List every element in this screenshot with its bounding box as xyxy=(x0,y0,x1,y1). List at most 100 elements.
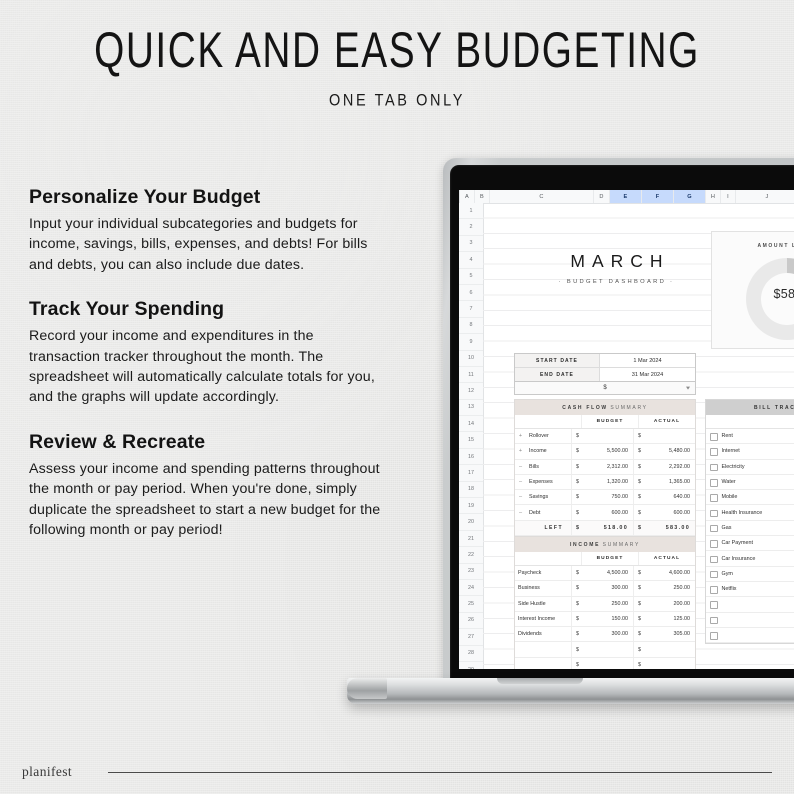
bill-label[interactable] xyxy=(722,613,794,627)
column-header-j[interactable]: J xyxy=(736,190,794,203)
row-header-16[interactable]: 16 xyxy=(459,449,483,466)
row-header-1[interactable]: 1 xyxy=(459,203,483,220)
column-header-b[interactable]: B xyxy=(475,190,490,203)
row-budget[interactable]: $250.00 xyxy=(571,596,633,611)
row-budget[interactable]: $4,500.00 xyxy=(571,566,633,581)
bill-label[interactable]: Water xyxy=(722,475,794,489)
cell-grid[interactable]: MARCH · BUDGET DASHBOARD · START DATE 1 … xyxy=(483,203,794,669)
row-label[interactable]: Dividends xyxy=(515,627,571,641)
column-header-i[interactable]: I xyxy=(721,190,736,203)
bill-label[interactable] xyxy=(722,628,794,642)
row-header-21[interactable]: 21 xyxy=(459,531,483,548)
row-budget[interactable]: $5,500.00 xyxy=(571,444,633,459)
row-header-19[interactable]: 19 xyxy=(459,498,483,515)
bill-paid-checkbox[interactable] xyxy=(710,448,718,456)
bill-label[interactable]: Health Insurance xyxy=(722,505,794,519)
bill-label[interactable]: Mobile xyxy=(722,490,794,504)
bill-label[interactable]: Car Payment xyxy=(722,536,794,550)
row-budget[interactable]: $300.00 xyxy=(571,627,633,642)
row-header-10[interactable]: 10 xyxy=(459,351,483,367)
bill-paid-checkbox[interactable] xyxy=(710,433,718,441)
row-header-25[interactable]: 25 xyxy=(459,596,483,613)
row-header-15[interactable]: 15 xyxy=(459,432,483,449)
column-header-g[interactable]: G xyxy=(674,190,706,203)
row-actual[interactable]: $4,600.00 xyxy=(633,566,695,581)
row-budget[interactable]: $300.00 xyxy=(571,581,633,596)
row-actual[interactable]: $5,480.00 xyxy=(633,444,695,459)
row-actual[interactable]: $305.00 xyxy=(633,627,695,642)
row-header-4[interactable]: 4 xyxy=(459,252,483,269)
row-header-26[interactable]: 26 xyxy=(459,613,483,630)
row-header-28[interactable]: 28 xyxy=(459,646,483,662)
row-label[interactable]: Side Hustle xyxy=(515,597,571,611)
bill-paid-checkbox[interactable] xyxy=(710,463,718,472)
bill-paid-checkbox[interactable] xyxy=(710,479,718,487)
bill-label[interactable]: Internet xyxy=(722,444,794,458)
row-actual[interactable]: $125.00 xyxy=(633,611,695,627)
row-actual[interactable]: $ xyxy=(633,657,695,669)
row-budget[interactable]: $ xyxy=(571,429,633,444)
row-budget[interactable]: $150.00 xyxy=(571,611,633,627)
row-header-22[interactable]: 22 xyxy=(459,547,483,564)
bill-paid-checkbox[interactable] xyxy=(710,586,718,594)
bill-paid-checkbox[interactable] xyxy=(710,632,718,640)
row-label[interactable]: Business xyxy=(515,581,571,595)
bill-label[interactable]: Gas xyxy=(722,521,794,535)
bill-paid-checkbox[interactable] xyxy=(710,524,718,533)
row-actual[interactable]: $600.00 xyxy=(633,505,695,520)
bill-label[interactable]: Electricity xyxy=(722,460,794,474)
row-label[interactable] xyxy=(515,658,571,669)
row-header-11[interactable]: 11 xyxy=(459,367,483,384)
row-actual[interactable]: $1,365.00 xyxy=(633,474,695,490)
bill-paid-checkbox[interactable] xyxy=(710,555,718,564)
row-header-7[interactable]: 7 xyxy=(459,301,483,318)
row-header-23[interactable]: 23 xyxy=(459,564,483,580)
row-label[interactable] xyxy=(515,642,571,656)
row-actual[interactable]: $250.00 xyxy=(633,581,695,596)
row-actual[interactable]: $ xyxy=(633,429,695,444)
bill-paid-checkbox[interactable] xyxy=(710,494,718,502)
row-header-5[interactable]: 5 xyxy=(459,269,483,285)
row-label[interactable]: Paycheck xyxy=(515,566,571,580)
row-budget[interactable]: $2,312.00 xyxy=(571,459,633,474)
row-header-2[interactable]: 2 xyxy=(459,219,483,236)
row-header-12[interactable]: 12 xyxy=(459,383,483,400)
row-actual[interactable]: $2,292.00 xyxy=(633,459,695,474)
bill-label[interactable]: Car Insurance xyxy=(722,551,794,565)
column-header-h[interactable]: H xyxy=(706,190,721,203)
column-header-f[interactable]: F xyxy=(642,190,674,203)
row-budget[interactable]: $1,320.00 xyxy=(571,474,633,490)
row-header-27[interactable]: 27 xyxy=(459,629,483,646)
row-header-14[interactable]: 14 xyxy=(459,416,483,433)
bill-paid-checkbox[interactable] xyxy=(710,570,718,579)
row-actual[interactable]: $200.00 xyxy=(633,596,695,611)
row-header-20[interactable]: 20 xyxy=(459,514,483,531)
row-header-8[interactable]: 8 xyxy=(459,318,483,335)
row-header-13[interactable]: 13 xyxy=(459,400,483,417)
bill-paid-checkbox[interactable] xyxy=(710,509,718,518)
row-budget[interactable]: $ xyxy=(571,657,633,669)
column-header-d[interactable]: D xyxy=(594,190,610,203)
row-actual[interactable]: $ xyxy=(633,642,695,657)
start-date-value[interactable]: 1 Mar 2024 xyxy=(600,354,695,367)
end-date-value[interactable]: 31 Mar 2024 xyxy=(600,368,695,381)
row-header-6[interactable]: 6 xyxy=(459,285,483,302)
bill-paid-checkbox[interactable] xyxy=(710,540,718,548)
column-header-e[interactable]: E xyxy=(610,190,642,203)
bill-label[interactable]: Netflix xyxy=(722,582,794,596)
row-budget[interactable]: $750.00 xyxy=(571,490,633,505)
bill-label[interactable]: Gym xyxy=(722,567,794,581)
bill-label[interactable] xyxy=(722,597,794,611)
row-budget[interactable]: $ xyxy=(571,642,633,657)
row-header-3[interactable]: 3 xyxy=(459,236,483,253)
row-header-17[interactable]: 17 xyxy=(459,465,483,482)
row-header-18[interactable]: 18 xyxy=(459,482,483,499)
row-header-24[interactable]: 24 xyxy=(459,580,483,597)
row-actual[interactable]: $640.00 xyxy=(633,490,695,505)
bill-paid-checkbox[interactable] xyxy=(710,601,718,609)
column-header-c[interactable]: C xyxy=(490,190,594,203)
currency-select[interactable]: $ xyxy=(515,382,695,394)
bill-paid-checkbox[interactable] xyxy=(710,616,718,625)
row-header-29[interactable]: 29 xyxy=(459,662,483,669)
bill-label[interactable]: Rent xyxy=(722,429,794,443)
